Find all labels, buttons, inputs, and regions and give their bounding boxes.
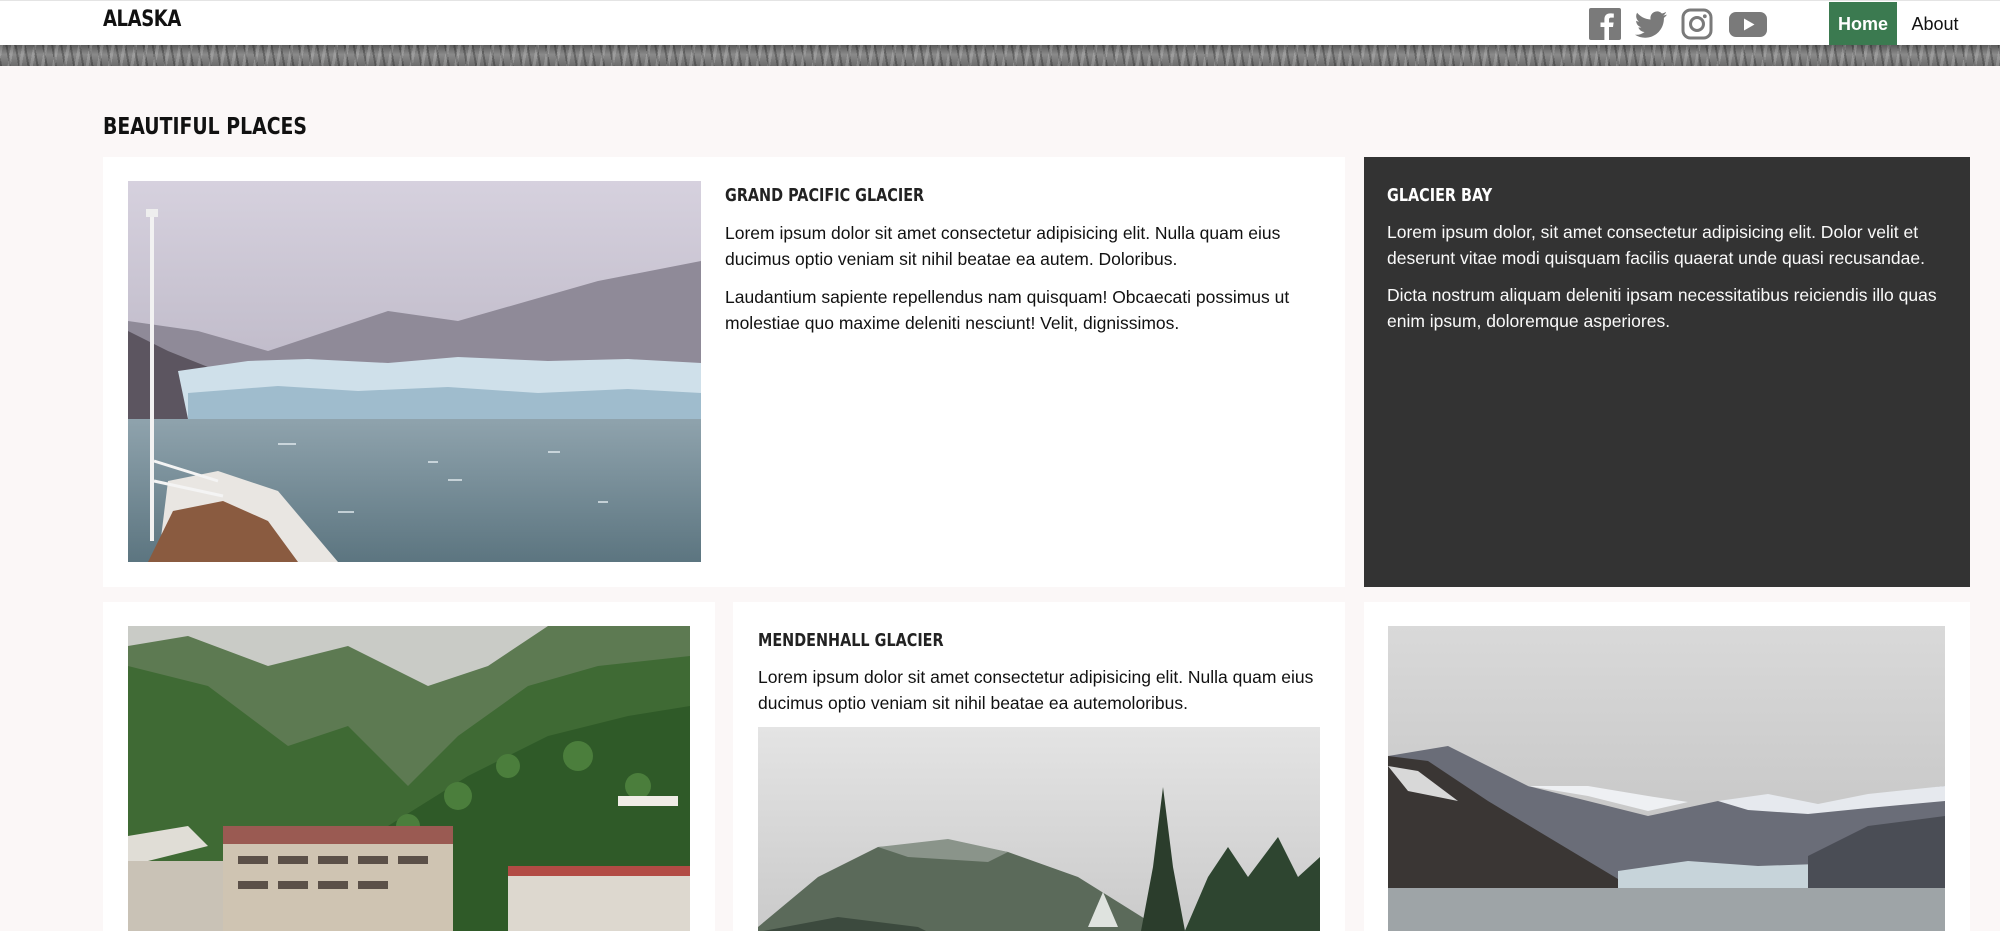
header-water-banner	[0, 45, 2000, 66]
card-title: GRAND PACIFIC GLACIER	[725, 185, 925, 206]
card-juneau-photo	[103, 602, 715, 931]
nav-home-link[interactable]: Home	[1829, 2, 1897, 46]
instagram-icon[interactable]	[1680, 8, 1714, 40]
card-paragraph-2: Dicta nostrum aliquam deleniti ipsam nec…	[1387, 285, 1937, 331]
top-navbar: ALASKA Home About	[0, 0, 2000, 46]
card-grand-pacific-glacier: GRAND PACIFIC GLACIER Lorem ipsum dolor …	[103, 157, 1345, 587]
grand-pacific-glacier-photo	[128, 181, 701, 562]
card-paragraph-1: Lorem ipsum dolor, sit amet consectetur …	[1387, 222, 1925, 268]
card-title: MENDENHALL GLACIER	[758, 630, 944, 651]
juneau-town-photo	[128, 626, 690, 931]
card-paragraph-1: Lorem ipsum dolor sit amet consectetur a…	[725, 223, 1281, 269]
section-title: BEAUTIFUL PLACES	[103, 114, 308, 140]
twitter-icon[interactable]	[1634, 8, 1668, 40]
glacier-fjord-photo	[1388, 626, 1945, 931]
card-mendenhall-glacier: MENDENHALL GLACIER Lorem ipsum dolor sit…	[733, 602, 1345, 931]
nav-about-link[interactable]: About	[1897, 2, 1973, 46]
youtube-icon[interactable]	[1728, 8, 1768, 40]
card-glacier-bay: GLACIER BAY Lorem ipsum dolor, sit amet …	[1364, 157, 1970, 587]
card-fjord-photo	[1364, 602, 1970, 931]
card-title: GLACIER BAY	[1387, 185, 1493, 206]
mendenhall-glacier-photo	[758, 727, 1320, 931]
brand-logo[interactable]: ALASKA	[103, 7, 181, 32]
card-paragraph-1: Lorem ipsum dolor sit amet consectetur a…	[758, 667, 1314, 713]
card-paragraph-2: Laudantium sapiente repellendus nam quis…	[725, 287, 1290, 333]
facebook-icon[interactable]	[1588, 8, 1622, 40]
